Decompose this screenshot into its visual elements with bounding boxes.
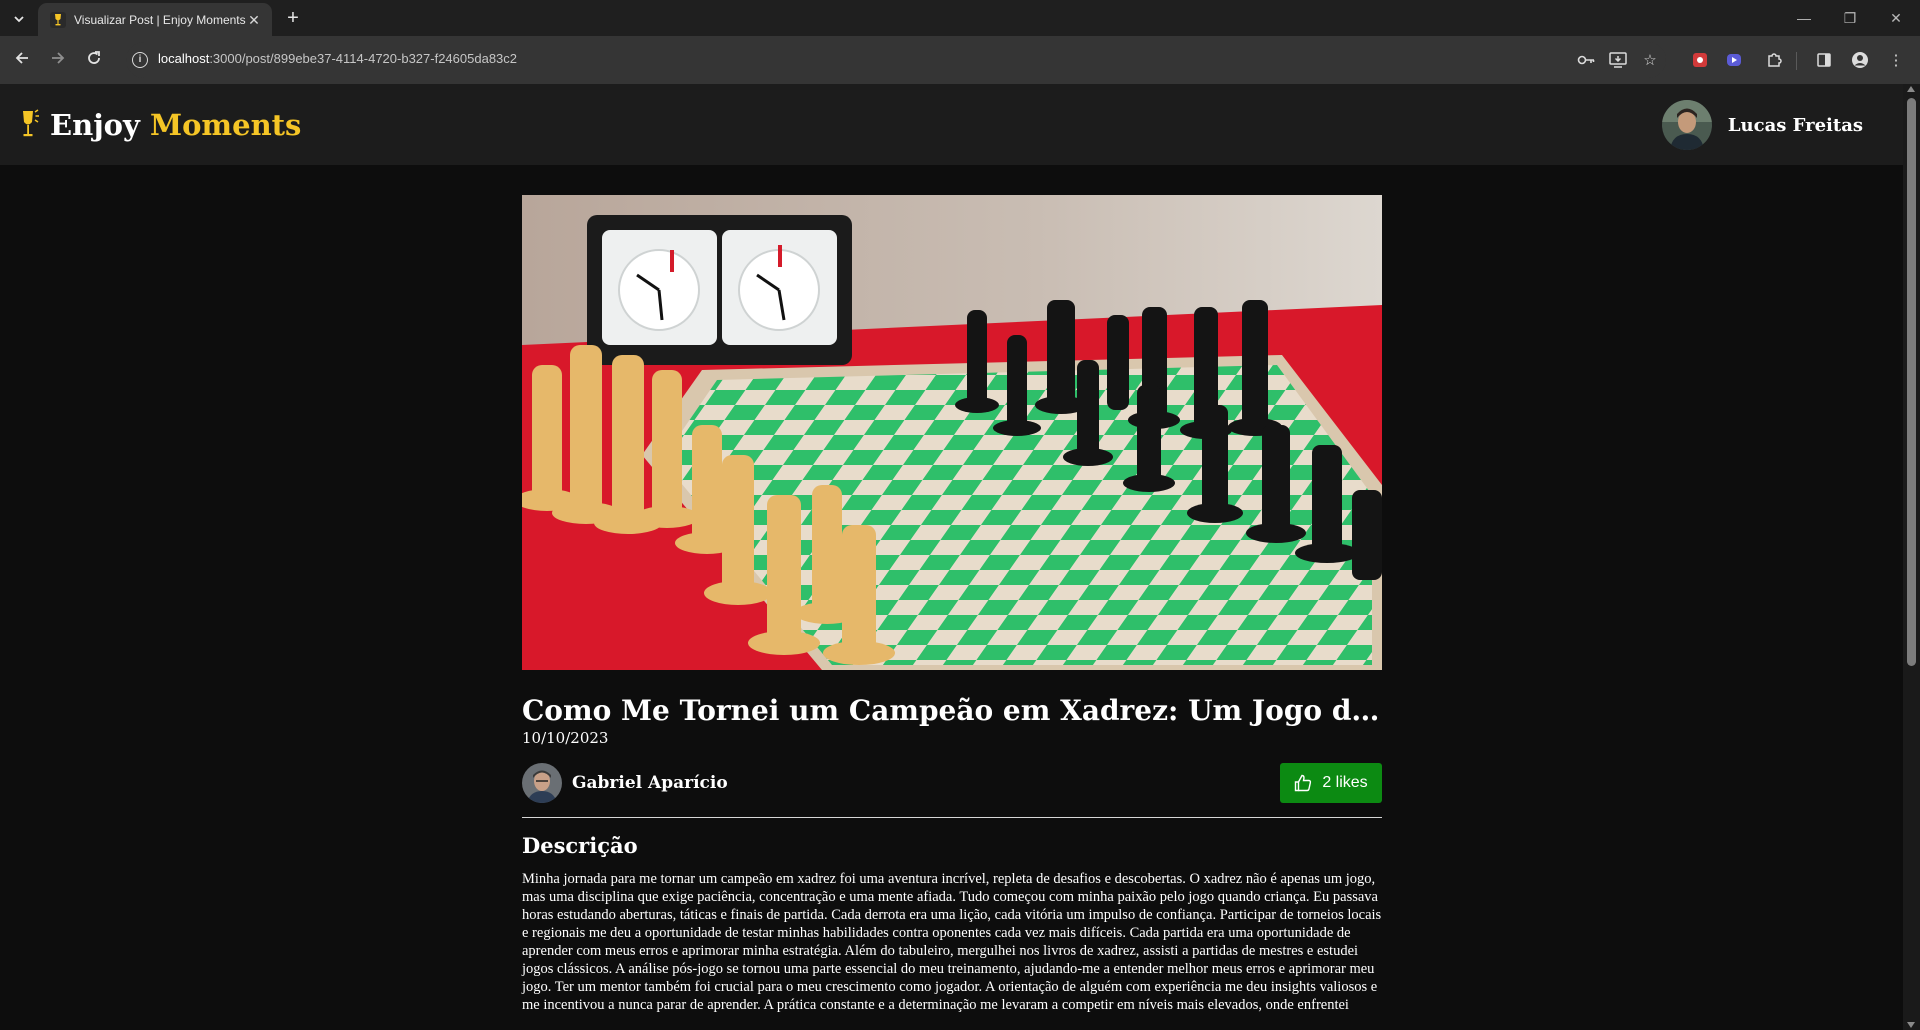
user-name[interactable]: Lucas Freitas xyxy=(1728,115,1863,136)
tab-search-chevron-icon[interactable] xyxy=(8,8,30,30)
password-key-icon[interactable] xyxy=(1574,48,1598,72)
browser-tabstrip: Visualizar Post | Enjoy Moments ✕ + — ❐ … xyxy=(0,0,1920,36)
divider xyxy=(522,817,1382,818)
address-bar[interactable]: i localhost:3000/post/899ebe37-4114-4720… xyxy=(126,42,1666,78)
author-avatar[interactable] xyxy=(522,763,562,803)
browser-tab-active[interactable]: Visualizar Post | Enjoy Moments ✕ xyxy=(38,3,272,36)
wine-glass-favicon-icon xyxy=(50,11,66,28)
side-panel-icon[interactable] xyxy=(1812,48,1836,72)
restore-icon[interactable]: ❐ xyxy=(1828,6,1872,30)
toolbar-separator xyxy=(1796,52,1797,70)
minimize-icon[interactable]: — xyxy=(1782,6,1826,30)
post-meta-row: Gabriel Aparício 2 likes xyxy=(522,763,1382,803)
site-header: Enjoy Moments Lucas Freitas xyxy=(0,84,1903,165)
site-info-icon[interactable]: i xyxy=(132,52,148,68)
brand-first-word: Enjoy xyxy=(50,108,140,142)
profile-icon[interactable] xyxy=(1848,48,1872,72)
post-cover-image xyxy=(522,195,1382,670)
tab-title: Visualizar Post | Enjoy Moments xyxy=(74,12,246,27)
menu-kebab-icon[interactable]: ⋮ xyxy=(1884,48,1908,72)
extensions-puzzle-icon[interactable] xyxy=(1762,48,1786,72)
post-date: 10/10/2023 xyxy=(522,729,609,747)
browser-toolbar: i localhost:3000/post/899ebe37-4114-4720… xyxy=(0,36,1920,84)
thumbs-up-icon xyxy=(1295,774,1312,792)
post-content: Como Me Tornei um Campeão em Xadrez: Um … xyxy=(522,195,1382,1014)
site-logo[interactable]: Enjoy Moments xyxy=(20,108,301,142)
window-close-icon[interactable]: ✕ xyxy=(1874,6,1918,30)
like-button[interactable]: 2 likes xyxy=(1280,763,1382,803)
reload-icon[interactable] xyxy=(80,46,108,74)
post-author[interactable]: Gabriel Aparício xyxy=(522,763,728,803)
brand-second-word: Moments xyxy=(149,108,302,142)
bookmark-star-icon[interactable]: ☆ xyxy=(1638,48,1662,72)
new-tab-plus-icon[interactable]: + xyxy=(282,7,304,29)
like-count: 2 likes xyxy=(1322,774,1368,791)
back-arrow-icon[interactable] xyxy=(8,46,36,74)
post-title: Como Me Tornei um Campeão em Xadrez: Um … xyxy=(522,694,1382,727)
install-app-icon[interactable] xyxy=(1606,48,1630,72)
author-name[interactable]: Gabriel Aparício xyxy=(572,773,728,793)
user-avatar[interactable] xyxy=(1661,100,1712,150)
scroll-up-arrow-icon[interactable] xyxy=(1907,86,1915,92)
tab-close-icon[interactable]: ✕ xyxy=(246,12,262,28)
description-heading: Descrição xyxy=(522,833,638,858)
page-scrollbar[interactable] xyxy=(1903,84,1920,1030)
extension-purple-icon[interactable] xyxy=(1722,48,1746,72)
scroll-down-arrow-icon[interactable] xyxy=(1907,1022,1915,1028)
extension-red-icon[interactable] xyxy=(1688,48,1712,72)
url-text[interactable]: localhost:3000/post/899ebe37-4114-4720-b… xyxy=(158,51,517,66)
page-viewport: Enjoy Moments Lucas Freitas Como Me Torn… xyxy=(0,84,1903,1030)
scroll-thumb[interactable] xyxy=(1907,98,1916,666)
user-menu[interactable]: Lucas Freitas xyxy=(1661,100,1863,150)
wine-glass-logo-icon xyxy=(23,109,39,137)
post-description: Minha jornada para me tornar um campeão … xyxy=(522,871,1382,1013)
forward-arrow-icon[interactable] xyxy=(44,46,72,74)
